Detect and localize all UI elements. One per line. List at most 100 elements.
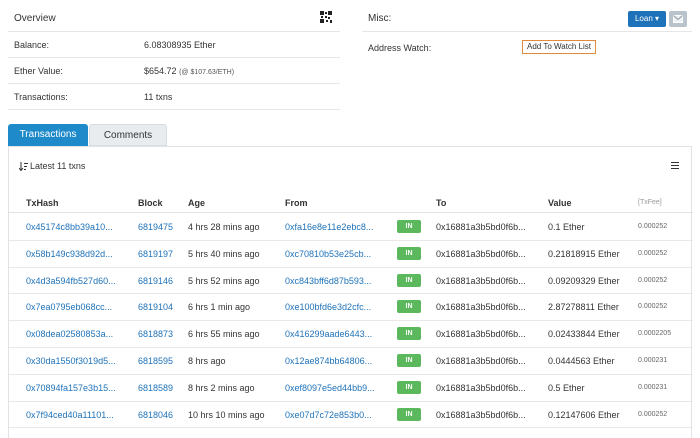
col-txfee[interactable]: [TxFee]: [638, 199, 662, 206]
misc-panel: Misc: Loan ▾ Address Watch: Add To Watch…: [362, 6, 692, 54]
balance-label: Balance:: [14, 40, 50, 50]
overview-header: Overview: [8, 6, 340, 32]
overview-title: Overview: [14, 13, 56, 24]
tx-value: 0.12147606 Ether: [548, 409, 620, 420]
to-address: 0x16881a3b5bd0f6b...: [436, 275, 526, 286]
tx-value: 0.02433844 Ether: [548, 329, 620, 340]
block-link[interactable]: 6819197: [138, 249, 182, 259]
ether-value-label: Ether Value:: [14, 66, 63, 76]
table-row: 0x30da1550f3019d5... 6818595 8 hrs ago 0…: [9, 348, 693, 375]
tx-age: 10 hrs 10 mins ago: [188, 409, 265, 420]
tx-fee: 0.000252: [638, 410, 668, 418]
col-txhash: TxHash: [26, 198, 59, 208]
tx-hash-link[interactable]: 0x7f94ced40a11101...: [26, 410, 126, 420]
block-link[interactable]: 6819475: [138, 222, 182, 232]
from-address-link[interactable]: 0xc70810b53e25cb...: [285, 249, 385, 259]
table-row: 0x08dea02580853a... 6818873 6 hrs 55 min…: [9, 321, 693, 348]
table-row: 0x45174c8bb39a10... 6819475 4 hrs 28 min…: [9, 214, 693, 241]
to-address: 0x16881a3b5bd0f6b...: [436, 248, 526, 259]
transactions-row: Transactions: 11 txns: [8, 84, 340, 110]
misc-header: Misc: Loan ▾: [362, 6, 692, 32]
col-to: To: [436, 198, 447, 208]
tx-age: 8 hrs 2 mins ago: [188, 382, 255, 393]
table-row: 0x70894fa157e3b15... 6818589 8 hrs 2 min…: [9, 375, 693, 402]
tx-hash-link[interactable]: 0x7ea0795eb068cc...: [26, 302, 126, 312]
add-to-watch-list-button[interactable]: Add To Watch List: [522, 40, 597, 54]
table-row: 0x4d3a594fb527d60... 6819146 5 hrs 52 mi…: [9, 268, 693, 295]
block-link[interactable]: 6818046: [138, 410, 182, 420]
table-row: 0x7ea0795eb068cc... 6819104 6 hrs 1 min …: [9, 294, 693, 322]
from-address-link[interactable]: 0xc843bff6d87b593...: [285, 276, 385, 286]
from-address-link[interactable]: 0xe100bfd6e3d2cfc...: [285, 302, 385, 312]
direction-badge: IN: [397, 354, 421, 367]
menu-icon[interactable]: [671, 162, 679, 170]
tab-comments[interactable]: Comments: [89, 124, 167, 146]
tx-age: 8 hrs ago: [188, 356, 226, 366]
block-link[interactable]: 6819146: [138, 276, 182, 286]
ether-value-value: $654.72 (@ $107.63/ETH): [144, 66, 235, 76]
tx-hash-link[interactable]: 0x4d3a594fb527d60...: [26, 276, 126, 286]
qr-code-icon[interactable]: [320, 11, 332, 23]
to-address: 0x16881a3b5bd0f6b...: [436, 329, 526, 340]
sort-icon: [18, 162, 28, 172]
table-row: 0x58b149c938d92d... 6819197 5 hrs 40 min…: [9, 241, 693, 268]
tx-age: 6 hrs 55 mins ago: [188, 329, 260, 340]
direction-badge: IN: [397, 220, 421, 233]
tx-fee: 0.000231: [638, 357, 668, 364]
block-link[interactable]: 6819104: [138, 302, 182, 312]
tx-fee: 0.000231: [638, 383, 668, 391]
tx-value: 0.1 Ether: [548, 222, 585, 232]
loan-button[interactable]: Loan ▾: [628, 11, 666, 27]
tx-hash-link[interactable]: 0x08dea02580853a...: [26, 329, 126, 339]
tx-age: 4 hrs 28 mins ago: [188, 222, 260, 232]
overview-panel: Overview Balance: 6.08308935 Ether Ether…: [8, 6, 340, 110]
mail-icon: [673, 15, 683, 23]
block-link[interactable]: 6818589: [138, 383, 182, 393]
summary-area: Overview Balance: 6.08308935 Ether Ether…: [0, 0, 700, 118]
to-address: 0x16881a3b5bd0f6b...: [436, 409, 526, 420]
col-value: Value: [548, 198, 572, 208]
ether-price: (@ $107.63/ETH): [179, 69, 235, 76]
to-address: 0x16881a3b5bd0f6b...: [436, 382, 526, 393]
tx-age: 6 hrs 1 min ago: [188, 302, 251, 313]
from-address-link[interactable]: 0x12ae874bb64806...: [285, 356, 385, 366]
direction-badge: IN: [397, 380, 421, 394]
tx-value: 0.0444563 Ether: [548, 356, 615, 366]
col-age: Age: [188, 198, 206, 208]
tx-hash-link[interactable]: 0x30da1550f3019d5...: [26, 356, 126, 366]
tx-fee: 0.0002205: [638, 330, 672, 338]
misc-title: Misc:: [368, 13, 392, 24]
transactions-value: 11 txns: [144, 92, 173, 102]
tx-value: 0.5 Ether: [548, 382, 585, 393]
tx-value: 2.87278811 Ether: [548, 302, 619, 313]
block-link[interactable]: 6818873: [138, 329, 182, 339]
tx-hash-link[interactable]: 0x70894fa157e3b15...: [26, 383, 126, 393]
from-address-link[interactable]: 0x416299aade6443...: [285, 329, 385, 339]
table-header: TxHash Block Age From To Value [TxFee]: [9, 191, 693, 213]
col-block: Block: [138, 198, 163, 208]
tx-age: 5 hrs 40 mins ago: [188, 248, 260, 259]
tx-fee: 0.000252: [638, 276, 668, 284]
to-address: 0x16881a3b5bd0f6b...: [436, 356, 526, 366]
direction-badge: IN: [397, 300, 421, 314]
tx-value: 0.09209329 Ether: [548, 275, 620, 286]
table-row: 0x7f94ced40a11101... 6818046 10 hrs 10 m…: [9, 402, 693, 429]
tx-fee: 0.000252: [638, 303, 668, 311]
from-address-link[interactable]: 0xfa16e8e11e2ebc8...: [285, 222, 385, 232]
tx-age: 5 hrs 52 mins ago: [188, 275, 260, 286]
from-address-link[interactable]: 0xef8097e5ed44bb9...: [285, 383, 385, 393]
tx-hash-link[interactable]: 0x58b149c938d92d...: [26, 249, 126, 259]
mail-button[interactable]: [669, 11, 687, 27]
col-from: From: [285, 198, 308, 208]
tx-hash-link[interactable]: 0x45174c8bb39a10...: [26, 222, 126, 232]
balance-row: Balance: 6.08308935 Ether: [8, 32, 340, 58]
direction-badge: IN: [397, 246, 421, 260]
address-watch-label: Address Watch:: [368, 43, 432, 53]
tx-value: 0.21818915 Ether: [548, 248, 620, 259]
tab-transactions[interactable]: Transactions: [8, 124, 88, 146]
to-address: 0x16881a3b5bd0f6b...: [436, 222, 526, 232]
block-link[interactable]: 6818595: [138, 356, 182, 366]
transactions-panel: Latest 11 txns TxHash Block Age From To …: [8, 146, 693, 438]
direction-badge: IN: [397, 407, 421, 421]
from-address-link[interactable]: 0xe07d7c72e853b0...: [285, 410, 385, 420]
